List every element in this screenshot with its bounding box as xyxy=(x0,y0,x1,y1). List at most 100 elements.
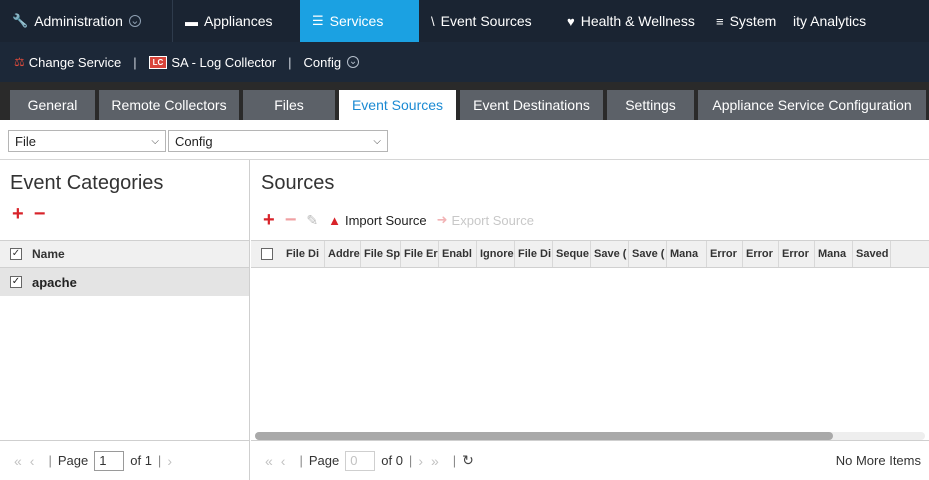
top-navigation: 🔧 Administration ⌄ ▬ Appliances ☰ Servic… xyxy=(0,0,929,42)
sliders-icon: ≡ xyxy=(716,13,724,29)
sources-pager: « ‹ | Page 0 of 0 | › » | ↻ No More Item… xyxy=(251,440,929,480)
column-header[interactable]: Mana xyxy=(667,241,707,267)
import-source-label: Import Source xyxy=(344,212,427,228)
column-header[interactable]: Save ( xyxy=(629,241,667,267)
last-page-icon[interactable]: » xyxy=(431,453,439,469)
filter-row: File ⌵ Config ⌵ xyxy=(0,120,929,160)
separator: | xyxy=(157,453,162,468)
select-all-checkbox[interactable] xyxy=(261,248,273,260)
remove-category-button[interactable]: − xyxy=(34,204,46,224)
nav-administration[interactable]: 🔧 Administration ⌄ xyxy=(0,0,173,42)
horizontal-scrollbar[interactable] xyxy=(255,432,925,440)
add-source-button[interactable]: + xyxy=(263,210,275,230)
column-header[interactable]: File Sp xyxy=(361,241,401,267)
page-count: of 1 xyxy=(130,453,152,468)
page-input[interactable]: 0 xyxy=(345,450,376,471)
chevron-down-icon: ⌄ xyxy=(347,56,360,68)
nav-event-sources-label: Event Sources xyxy=(440,13,532,29)
change-service-button[interactable]: ⚖ Change Service xyxy=(14,55,121,70)
column-headers: File Di Addre File Sp File Er Enabl Ignore Fil… xyxy=(283,241,891,267)
add-category-button[interactable]: + xyxy=(12,204,24,224)
tab-remote-collectors[interactable]: Remote Collectors xyxy=(99,90,239,120)
nav-security-analytics[interactable]: ity Analytics xyxy=(789,0,929,42)
tab-event-destinations-label: Event Destinations xyxy=(473,97,590,113)
scrollbar-thumb[interactable] xyxy=(255,432,833,440)
nav-appliances[interactable]: ▬ Appliances xyxy=(173,0,300,42)
event-categories-panel: Event Categories + − ✓ Name ✓ apache xyxy=(0,160,250,440)
export-source-label: Export Source xyxy=(451,212,534,228)
refresh-icon[interactable]: ↻ xyxy=(462,452,474,469)
category-pager: « ‹ | Page 1 of 1 | › xyxy=(0,440,250,480)
log-collector-badge: LC xyxy=(148,55,168,69)
edit-icon[interactable]: ✎ xyxy=(306,212,318,229)
column-header[interactable]: Mana xyxy=(815,241,853,267)
column-header[interactable]: File Di xyxy=(283,241,325,267)
nav-health-wellness[interactable]: ♥ Health & Wellness xyxy=(555,0,704,42)
nav-system[interactable]: ≡ System xyxy=(704,0,789,42)
column-header[interactable]: File Di xyxy=(515,241,553,267)
tab-remote-collectors-label: Remote Collectors xyxy=(111,97,227,113)
chevron-down-icon: ⌵ xyxy=(373,135,381,147)
tab-event-sources[interactable]: Event Sources xyxy=(339,90,456,120)
tab-appliance-service-configuration[interactable]: Appliance Service Configuration xyxy=(698,90,926,120)
chevron-down-icon: ⌵ xyxy=(151,135,159,147)
nav-services-label: Services xyxy=(329,13,384,29)
remove-source-button[interactable]: − xyxy=(285,210,297,230)
column-header[interactable]: Saved xyxy=(853,241,891,267)
appliance-icon: ▬ xyxy=(185,13,198,29)
category-grid-header: ✓ Name xyxy=(0,240,249,268)
column-header[interactable]: Error xyxy=(743,241,779,267)
page-label: Page xyxy=(57,453,89,468)
first-page-icon[interactable]: « xyxy=(14,453,22,469)
export-source-button[interactable]: ➜ Export Source xyxy=(437,212,534,228)
column-name[interactable]: Name xyxy=(32,247,65,261)
column-header[interactable]: Ignore xyxy=(477,241,515,267)
column-header[interactable]: Addre xyxy=(325,241,361,267)
table-row[interactable]: ✓ apache xyxy=(0,268,249,296)
sources-grid-header: File Di Addre File Sp File Er Enabl Ignore Fil… xyxy=(251,240,929,268)
nav-event-sources[interactable]: \ Event Sources xyxy=(419,0,555,42)
tab-files-label: Files xyxy=(274,97,304,113)
page-input[interactable]: 1 xyxy=(94,450,125,471)
select-all-checkbox[interactable]: ✓ xyxy=(10,248,22,260)
column-header[interactable]: Error xyxy=(779,241,815,267)
nav-health-wellness-label: Health & Wellness xyxy=(580,13,695,29)
tab-event-destinations[interactable]: Event Destinations xyxy=(460,90,603,120)
column-header[interactable]: Save ( xyxy=(591,241,629,267)
service-name-label: SA - Log Collector xyxy=(171,54,277,70)
column-header[interactable]: File Er xyxy=(401,241,439,267)
services-stack-icon: ☰ xyxy=(312,13,324,28)
mode-select-value: Config xyxy=(175,133,213,149)
tab-bar: General Remote Collectors Files Event So… xyxy=(0,82,929,120)
network-icon: ⚖ xyxy=(14,55,25,69)
separator: | xyxy=(452,453,457,468)
tab-files[interactable]: Files xyxy=(243,90,335,120)
column-header[interactable]: Enabl xyxy=(439,241,477,267)
import-source-button[interactable]: ▲ Import Source xyxy=(328,213,427,228)
category-toolbar: + − xyxy=(12,204,45,224)
first-page-icon[interactable]: « xyxy=(265,453,273,469)
prev-page-icon[interactable]: ‹ xyxy=(30,453,35,469)
nav-services[interactable]: ☰ Services xyxy=(300,0,419,42)
page-label: Page xyxy=(308,453,340,468)
column-header[interactable]: Seque xyxy=(553,241,591,267)
config-dropdown[interactable]: Config ⌄ xyxy=(304,55,360,70)
category-name: apache xyxy=(32,274,77,290)
separator: | xyxy=(299,453,303,468)
next-page-icon[interactable]: › xyxy=(167,453,172,469)
prev-page-icon[interactable]: ‹ xyxy=(281,453,286,469)
column-header[interactable]: Error xyxy=(707,241,743,267)
change-service-label: Change Service xyxy=(28,54,122,70)
row-checkbox[interactable]: ✓ xyxy=(10,276,22,288)
type-select-value: File xyxy=(15,133,36,149)
sources-panel: Sources + − ✎ ▲ Import Source ➜ Export S… xyxy=(251,160,929,440)
service-bar: ⚖ Change Service | LC SA - Log Collector… xyxy=(0,42,929,82)
separator: | xyxy=(133,54,137,70)
mode-select[interactable]: Config ⌵ xyxy=(168,130,388,152)
tab-settings[interactable]: Settings xyxy=(607,90,694,120)
sources-toolbar: + − ✎ ▲ Import Source ➜ Export Source xyxy=(263,210,534,230)
nav-system-label: System xyxy=(729,13,777,29)
type-select[interactable]: File ⌵ xyxy=(8,130,166,152)
next-page-icon[interactable]: › xyxy=(418,453,423,469)
tab-general[interactable]: General xyxy=(10,90,95,120)
